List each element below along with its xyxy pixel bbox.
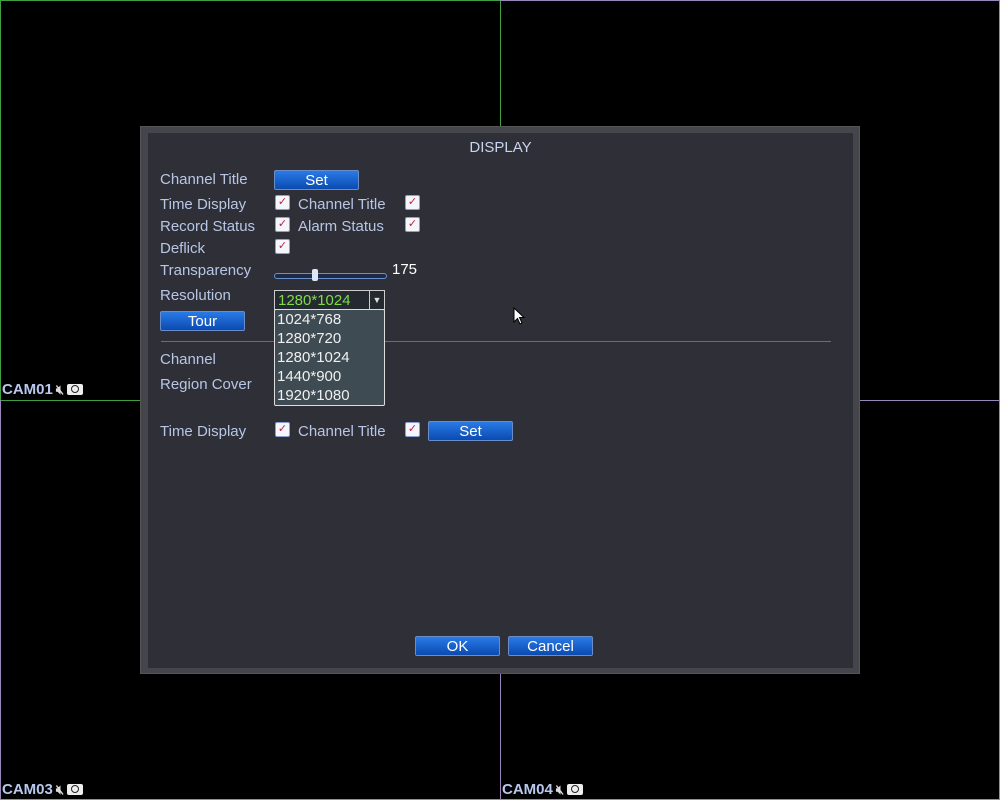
time-display-label-2: Time Display: [160, 423, 247, 440]
deflick-checkbox[interactable]: ✓: [275, 239, 290, 254]
channel-title-label-2: Channel Title: [298, 196, 386, 213]
cam-name: CAM01: [2, 381, 53, 398]
record-status-checkbox[interactable]: ✓: [275, 217, 290, 232]
time-display-checkbox-2[interactable]: ✓: [275, 422, 290, 437]
alarm-status-label: Alarm Status: [298, 218, 384, 235]
camera-icon: [67, 784, 84, 795]
cam03-label: CAM03 🔇︎: [2, 781, 84, 798]
cam-name: CAM04: [502, 781, 553, 798]
resolution-label: Resolution: [160, 287, 231, 304]
channel-title-checkbox-2[interactable]: ✓: [405, 422, 420, 437]
channel-title-set-button[interactable]: Set: [274, 170, 359, 190]
dialog-panel: DISPLAY Channel Title Set Time Display ✓…: [148, 133, 853, 668]
time-display-label: Time Display: [160, 196, 247, 213]
camera-icon: [67, 384, 84, 395]
resolution-dropdown-list: 1024*768 1280*720 1280*1024 1440*900 192…: [274, 309, 385, 406]
mute-icon: 🔇︎: [555, 781, 565, 797]
cam04-label: CAM04 🔇︎: [502, 781, 584, 798]
transparency-label: Transparency: [160, 262, 252, 279]
time-display-checkbox[interactable]: ✓: [275, 195, 290, 210]
chevron-down-icon[interactable]: ▼: [369, 291, 384, 309]
camera-icon: [567, 784, 584, 795]
alarm-status-checkbox[interactable]: ✓: [405, 217, 420, 232]
cam-name: CAM03: [2, 781, 53, 798]
channel-label: Channel: [160, 351, 216, 368]
slider-thumb[interactable]: [311, 269, 318, 281]
record-status-label: Record Status: [160, 218, 256, 235]
mute-icon: 🔇︎: [55, 781, 65, 797]
cam01-label: CAM01 🔇︎: [2, 381, 84, 398]
dialog-title: DISPLAY: [469, 139, 532, 156]
divider: [161, 341, 831, 342]
deflick-label: Deflick: [160, 240, 206, 257]
tour-button[interactable]: Tour: [160, 311, 245, 331]
cancel-button[interactable]: Cancel: [508, 636, 593, 656]
mouse-cursor-icon: [513, 307, 526, 325]
resolution-option[interactable]: 1920*1080: [277, 386, 382, 405]
mute-icon: 🔇︎: [55, 381, 65, 397]
channel-title-label: Channel Title: [160, 171, 248, 188]
resolution-option[interactable]: 1024*768: [277, 310, 382, 329]
transparency-slider[interactable]: [274, 269, 387, 281]
display-dialog: DISPLAY Channel Title Set Time Display ✓…: [140, 126, 860, 674]
channel-title-checkbox[interactable]: ✓: [405, 195, 420, 210]
transparency-value: 175: [392, 261, 418, 278]
region-set-button[interactable]: Set: [428, 421, 513, 441]
region-cover-label: Region Cover: [160, 376, 252, 393]
resolution-option[interactable]: 1280*1024: [277, 348, 382, 367]
ok-button[interactable]: OK: [415, 636, 500, 656]
resolution-option[interactable]: 1440*900: [277, 367, 382, 386]
resolution-option[interactable]: 1280*720: [277, 329, 382, 348]
resolution-select[interactable]: 1280*1024 ▼: [274, 290, 385, 310]
channel-title-label-3: Channel Title: [298, 423, 386, 440]
resolution-value: 1280*1024: [278, 292, 351, 309]
